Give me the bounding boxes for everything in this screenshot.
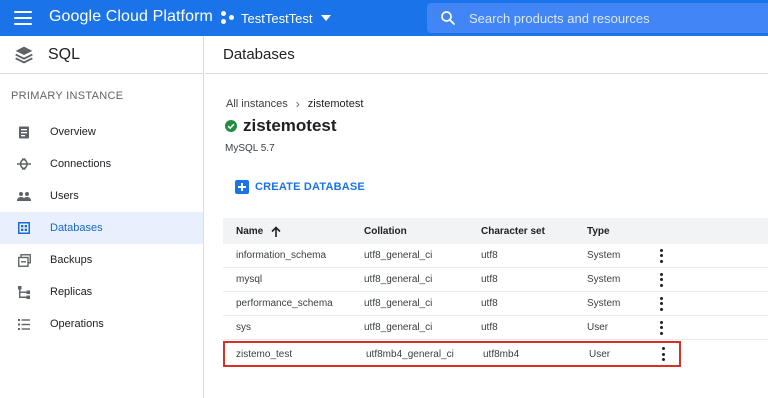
column-header-charset: Character set [481, 225, 545, 237]
column-header-collation: Collation [364, 225, 407, 237]
main-content: Databases All instances › zistemotest zi… [205, 36, 768, 398]
operations-icon [17, 317, 31, 331]
create-database-label: CREATE DATABASE [255, 181, 365, 193]
project-name: TestTestTest [241, 10, 313, 26]
cell-type: System [587, 274, 621, 285]
table-row[interactable]: sys utf8_general_ci utf8 User [223, 316, 768, 340]
product-title: SQL [48, 45, 81, 63]
replicas-icon [17, 285, 31, 299]
instance-version: MySQL 5.7 [225, 143, 275, 154]
section-label: PRIMARY INSTANCE [11, 90, 124, 102]
sql-layers-icon [15, 46, 33, 64]
connections-icon [17, 157, 31, 171]
column-header-label: Name [236, 225, 264, 237]
cell-collation: utf8_general_ci [364, 250, 433, 261]
sidebar-item-backups[interactable]: Backups [0, 244, 203, 276]
page-title: Databases [223, 46, 295, 63]
databases-icon [17, 221, 31, 235]
backups-icon [17, 253, 31, 267]
sidebar-item-label: Replicas [50, 286, 93, 298]
cell-charset: utf8 [481, 322, 498, 333]
sidebar-item-label: Overview [50, 126, 96, 138]
cell-collation: utf8mb4_general_ci [366, 348, 454, 360]
check-circle-icon [225, 120, 237, 132]
menu-icon[interactable] [14, 11, 32, 25]
platform-brand[interactable]: Google Cloud Platform [49, 8, 213, 26]
create-database-button[interactable]: CREATE DATABASE [235, 180, 365, 194]
sidebar-item-label: Users [50, 190, 79, 202]
cell-type: System [587, 250, 621, 261]
sidebar-nav: Overview Connections Users Databases Bac… [0, 116, 203, 340]
sidebar: SQL PRIMARY INSTANCE Overview Connection… [0, 36, 204, 398]
chevron-down-icon [320, 15, 331, 21]
cell-name: information_schema [236, 250, 327, 261]
project-selector[interactable]: TestTestTest [221, 6, 331, 30]
sort-ascending-icon[interactable] [271, 225, 281, 237]
table-row[interactable]: information_schema utf8_general_ci utf8 … [223, 244, 768, 268]
sidebar-item-label: Backups [50, 254, 93, 266]
cell-type: User [587, 322, 609, 333]
cell-type: System [587, 298, 621, 309]
users-icon [17, 189, 31, 203]
more-vert-icon[interactable] [660, 296, 664, 311]
sidebar-item-users[interactable]: Users [0, 180, 203, 212]
sidebar-item-label: Connections [50, 158, 112, 170]
breadcrumb: All instances › zistemotest [226, 97, 363, 111]
cell-charset: utf8 [481, 298, 498, 309]
cell-name: mysql [236, 274, 263, 285]
sidebar-item-operations[interactable]: Operations [0, 308, 203, 340]
search-icon [441, 11, 455, 25]
table-row-highlighted[interactable]: zistemo_test utf8mb4_general_ci utf8mb4 … [223, 341, 681, 367]
table-row[interactable]: mysql utf8_general_ci utf8 System [223, 268, 768, 292]
table-header: Name Collation Character set Type [223, 218, 768, 244]
cell-collation: utf8_general_ci [364, 322, 433, 333]
search-input[interactable]: Search products and resources [469, 11, 650, 26]
project-dots-icon [221, 11, 235, 25]
breadcrumb-current: zistemotest [307, 98, 364, 110]
databases-table: Name Collation Character set Type inform… [223, 218, 768, 367]
table-row[interactable]: performance_schema utf8_general_ci utf8 … [223, 292, 768, 316]
sidebar-item-label: Operations [50, 318, 104, 330]
column-header-type: Type [587, 225, 610, 237]
page-header: Databases [205, 36, 768, 74]
cell-name: sys [236, 322, 251, 333]
cell-name: zistemo_test [236, 348, 293, 360]
sidebar-item-label: Databases [50, 222, 103, 234]
sidebar-item-databases[interactable]: Databases [0, 212, 203, 244]
more-vert-icon[interactable] [660, 272, 664, 287]
cell-charset: utf8 [481, 274, 498, 285]
cell-collation: utf8_general_ci [364, 274, 433, 285]
search-bar[interactable]: Search products and resources [427, 3, 768, 33]
sidebar-item-connections[interactable]: Connections [0, 148, 203, 180]
column-header-name[interactable]: Name [223, 226, 351, 237]
cell-type: User [589, 348, 611, 360]
cell-collation: utf8_general_ci [364, 298, 433, 309]
chevron-right-icon: › [295, 97, 300, 111]
cell-charset: utf8 [481, 250, 498, 261]
more-vert-icon[interactable] [662, 347, 666, 361]
breadcrumb-all-instances[interactable]: All instances [226, 98, 288, 110]
instance-name: zistemotest [243, 116, 337, 135]
add-icon [235, 180, 249, 194]
product-header: SQL [0, 36, 203, 74]
top-app-bar: Google Cloud Platform TestTestTest Searc… [0, 0, 768, 36]
overview-icon [17, 125, 31, 139]
more-vert-icon[interactable] [660, 248, 664, 263]
more-vert-icon[interactable] [660, 320, 664, 335]
cell-name: performance_schema [236, 298, 333, 309]
sidebar-item-overview[interactable]: Overview [0, 116, 203, 148]
instance-header: zistemotest [225, 116, 337, 136]
sidebar-item-replicas[interactable]: Replicas [0, 276, 203, 308]
cell-charset: utf8mb4 [483, 348, 520, 360]
